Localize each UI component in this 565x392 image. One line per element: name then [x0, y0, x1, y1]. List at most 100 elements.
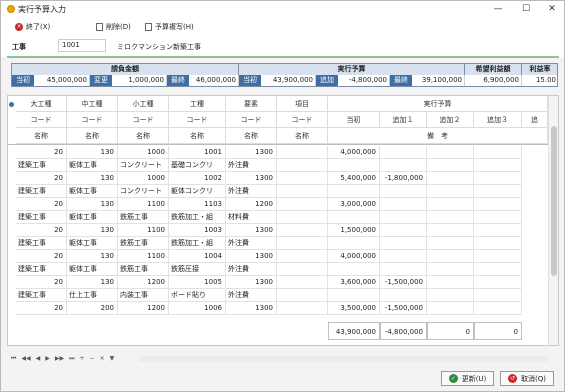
budget-cell[interactable]: [427, 289, 474, 302]
name-cell[interactable]: コンクリート: [118, 159, 169, 172]
initial-budget-cell[interactable]: 5,400,000: [328, 172, 380, 185]
name-cell[interactable]: コンクリート: [118, 185, 169, 198]
code-cell[interactable]: 1103: [169, 198, 226, 211]
code-cell[interactable]: 20: [16, 198, 67, 211]
code-cell[interactable]: 1100: [118, 250, 169, 263]
budget-cell[interactable]: [474, 146, 522, 159]
code-cell[interactable]: 20: [16, 302, 67, 315]
add1-budget-cell[interactable]: [380, 237, 427, 250]
budget-cell[interactable]: [427, 211, 474, 224]
nav-button[interactable]: ◀◀: [21, 355, 30, 362]
name-cell[interactable]: 建築工事: [16, 185, 67, 198]
code-cell[interactable]: 20: [16, 250, 67, 263]
name-cell[interactable]: 仕上工事: [67, 289, 118, 302]
nav-button[interactable]: ⏭: [69, 355, 74, 362]
budget-cell[interactable]: [474, 211, 522, 224]
nav-button[interactable]: ▶: [45, 355, 50, 362]
code-cell[interactable]: 1300: [226, 146, 277, 159]
add1-budget-cell[interactable]: [380, 263, 427, 276]
budget-cell[interactable]: [474, 289, 522, 302]
budget-cell[interactable]: [474, 302, 522, 315]
code-cell[interactable]: 1005: [169, 276, 226, 289]
code-cell[interactable]: 20: [16, 276, 67, 289]
initial-budget-cell[interactable]: 3,000,000: [328, 198, 380, 211]
budget-grid[interactable]: 大工種 中工種 小工種 工種 要素 項目 コード コード コード コード コード コード 名称 名称 名称名…: [7, 95, 559, 346]
code-cell[interactable]: 130: [67, 224, 118, 237]
budget-cell[interactable]: [427, 224, 474, 237]
name-cell[interactable]: 躯体工事: [67, 211, 118, 224]
nav-button[interactable]: ▼: [110, 355, 115, 362]
code-cell[interactable]: 200: [67, 302, 118, 315]
code-cell[interactable]: [277, 146, 328, 159]
code-cell[interactable]: 1300: [226, 276, 277, 289]
budget-cell[interactable]: [474, 159, 522, 172]
code-cell[interactable]: 130: [67, 146, 118, 159]
code-cell[interactable]: 1200: [226, 198, 277, 211]
add1-budget-cell[interactable]: -1,500,000: [380, 302, 427, 315]
initial-budget-cell[interactable]: [328, 263, 380, 276]
nav-button[interactable]: ◀: [36, 355, 41, 362]
project-code-input[interactable]: 1001: [58, 39, 106, 52]
name-cell[interactable]: ボード貼り: [169, 289, 226, 302]
code-cell[interactable]: 1003: [169, 224, 226, 237]
name-cell[interactable]: 躯体工事: [67, 185, 118, 198]
code-cell[interactable]: 130: [67, 172, 118, 185]
name-cell[interactable]: 躯体工事: [67, 237, 118, 250]
initial-budget-cell[interactable]: [328, 289, 380, 302]
code-cell[interactable]: [277, 250, 328, 263]
budget-cell[interactable]: [427, 146, 474, 159]
budget-cell[interactable]: [427, 263, 474, 276]
code-cell[interactable]: 130: [67, 198, 118, 211]
add1-budget-cell[interactable]: [380, 211, 427, 224]
name-cell[interactable]: [277, 263, 328, 276]
name-cell[interactable]: 外注費: [226, 159, 277, 172]
code-cell[interactable]: [277, 198, 328, 211]
budget-cell[interactable]: [427, 237, 474, 250]
code-cell[interactable]: 1006: [169, 302, 226, 315]
code-cell[interactable]: 1300: [226, 250, 277, 263]
name-cell[interactable]: 内装工事: [118, 289, 169, 302]
name-cell[interactable]: [277, 159, 328, 172]
name-cell[interactable]: 鉄筋工事: [118, 237, 169, 250]
code-cell[interactable]: 130: [67, 250, 118, 263]
scroll-thumb[interactable]: [551, 126, 557, 276]
budget-cell[interactable]: [427, 198, 474, 211]
add1-budget-cell[interactable]: [380, 198, 427, 211]
name-cell[interactable]: [277, 289, 328, 302]
name-cell[interactable]: 鉄筋圧接: [169, 263, 226, 276]
budget-cell[interactable]: [474, 185, 522, 198]
add1-budget-cell[interactable]: [380, 224, 427, 237]
code-cell[interactable]: 1200: [118, 302, 169, 315]
nav-button[interactable]: +: [80, 355, 85, 362]
initial-budget-cell[interactable]: 4,000,000: [328, 146, 380, 159]
name-cell[interactable]: 外注費: [226, 263, 277, 276]
code-cell[interactable]: 1002: [169, 172, 226, 185]
copy-budget-button[interactable]: 予算複写(H): [145, 21, 194, 32]
name-cell[interactable]: 躯体コンクリ: [169, 185, 226, 198]
name-cell[interactable]: 基礎コンクリ: [169, 159, 226, 172]
add1-budget-cell[interactable]: [380, 159, 427, 172]
nav-button[interactable]: ⏮: [11, 355, 16, 362]
initial-budget-cell[interactable]: [328, 185, 380, 198]
code-cell[interactable]: 1100: [118, 198, 169, 211]
code-cell[interactable]: [277, 302, 328, 315]
initial-budget-cell[interactable]: 1,500,000: [328, 224, 380, 237]
initial-budget-cell[interactable]: 3,500,000: [328, 302, 380, 315]
name-cell[interactable]: [277, 185, 328, 198]
name-cell[interactable]: 鉄筋工事: [118, 263, 169, 276]
name-cell[interactable]: 建築工事: [16, 263, 67, 276]
budget-cell[interactable]: [427, 159, 474, 172]
name-cell[interactable]: 鉄筋加工・組: [169, 237, 226, 250]
minimize-icon[interactable]: —: [488, 3, 508, 16]
initial-budget-cell[interactable]: [328, 211, 380, 224]
budget-cell[interactable]: [427, 250, 474, 263]
code-cell[interactable]: 1000: [118, 172, 169, 185]
horizontal-scrollbar[interactable]: [138, 356, 548, 362]
code-cell[interactable]: 1300: [226, 302, 277, 315]
exit-button[interactable]: × 終了(X): [15, 21, 50, 32]
name-cell[interactable]: 建築工事: [16, 211, 67, 224]
add1-budget-cell[interactable]: [380, 185, 427, 198]
cancel-button[interactable]: ↺ 取消(Q): [500, 371, 554, 386]
initial-budget-cell[interactable]: 3,600,000: [328, 276, 380, 289]
add1-budget-cell[interactable]: [380, 146, 427, 159]
